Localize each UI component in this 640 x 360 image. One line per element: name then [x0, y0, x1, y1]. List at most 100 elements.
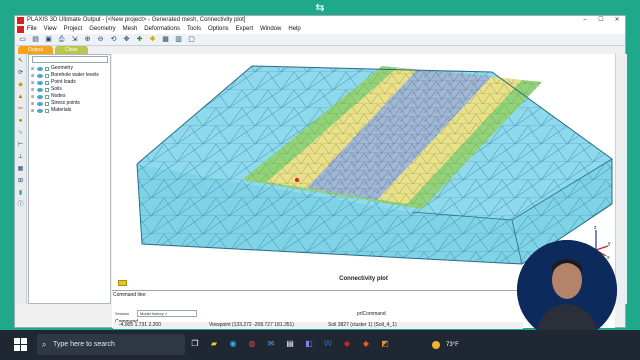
tree-item-soils[interactable]: ⊞ Soils [31, 86, 99, 93]
menu-expert[interactable]: Expert [236, 25, 253, 34]
checkbox-icon[interactable] [45, 73, 49, 78]
curve-icon[interactable]: ∿ [16, 129, 25, 137]
tree-item-nodes[interactable]: ⊞ Nodes [31, 93, 99, 100]
checkbox-icon[interactable] [45, 66, 49, 71]
menu-options[interactable]: Options [208, 25, 229, 34]
measure-icon[interactable]: ⊢ [16, 141, 25, 149]
menu-geometry[interactable]: Geometry [89, 25, 115, 34]
menu-project[interactable]: Project [64, 25, 83, 34]
tab-output[interactable]: Output [18, 46, 54, 54]
taskbar-apps: ❐ ▰ ◉ ◍ ✉ ▤ ◧ W ◆ ◆ ◩ [188, 336, 392, 352]
window-icon[interactable]: ▢ [187, 35, 196, 44]
word-icon[interactable]: W [321, 336, 335, 352]
tab-close[interactable]: Close [55, 46, 88, 54]
pan-icon[interactable]: ✥ [122, 35, 131, 44]
plaxis-input-icon[interactable]: ◆ [340, 336, 354, 352]
visibility-icon[interactable] [37, 101, 43, 106]
menu-window[interactable]: Window [260, 25, 281, 34]
visibility-icon[interactable] [37, 66, 43, 71]
checkbox-icon[interactable] [45, 80, 49, 85]
visibility-icon[interactable] [37, 94, 43, 99]
minimize-button[interactable]: – [577, 16, 593, 25]
chart-icon[interactable]: ▥ [174, 35, 183, 44]
info-icon[interactable]: ⓘ [16, 201, 25, 209]
maximize-button[interactable]: ☐ [593, 16, 609, 25]
zoom-in-icon[interactable]: ⊕ [83, 35, 92, 44]
checkbox-icon[interactable] [45, 87, 49, 92]
table-icon[interactable]: ▦ [161, 35, 170, 44]
menu-file[interactable]: File [27, 25, 37, 34]
select-icon[interactable]: ↖ [16, 57, 25, 65]
store-icon[interactable]: ▤ [283, 336, 297, 352]
tree-item-borehole-water-levels[interactable]: ⊞ Borehole water levels [31, 72, 99, 79]
menu-mesh[interactable]: Mesh [123, 25, 138, 34]
tree-item-materials[interactable]: ⊞ Materials [31, 107, 99, 114]
explorer-search-input[interactable] [32, 56, 108, 63]
model-explorer: ⊞ Geometry ⊞ Borehole water levels ⊞ Point … [28, 54, 111, 304]
menu-deformations[interactable]: Deformations [144, 25, 180, 34]
node-icon[interactable]: ● [16, 117, 25, 125]
menu-tools[interactable]: Tools [187, 25, 201, 34]
file-explorer-icon[interactable]: ▰ [207, 336, 221, 352]
edge-icon[interactable]: ◉ [226, 336, 240, 352]
visibility-icon[interactable] [37, 87, 43, 92]
open-icon[interactable]: ▤ [31, 35, 40, 44]
status-soil: Soil 3827 (cluster 1) (Soil_4_1) [328, 322, 397, 328]
hint-icon[interactable]: ◆ [16, 81, 25, 89]
app-menu-icon[interactable] [17, 26, 24, 33]
cross-section-icon[interactable]: ✂ [16, 105, 25, 113]
new-icon[interactable]: ▭ [18, 35, 27, 44]
axis-x-label: x [607, 255, 610, 260]
print-icon[interactable]: ⎙ [57, 35, 66, 44]
weather-temp[interactable]: 73°F [446, 342, 459, 348]
output-tabs: Output Close [15, 46, 88, 54]
tree-item-geometry[interactable]: ⊞ Geometry [31, 65, 99, 72]
axis-y-label: y [608, 241, 611, 247]
presenter-webcam [517, 240, 617, 340]
save-icon[interactable]: ▣ [44, 35, 53, 44]
windows-start-icon[interactable] [14, 338, 27, 351]
reset-view-icon[interactable]: ⟲ [109, 35, 118, 44]
mail-icon[interactable]: ✉ [264, 336, 278, 352]
status-viewpoint: Viewpoint (133.272 -208.727 181.351) [209, 322, 294, 328]
command-line-label: Command line: [113, 292, 147, 298]
grid-icon[interactable]: ▦ [16, 165, 25, 173]
zoom-out-icon[interactable]: ⊖ [96, 35, 105, 44]
window-title: PLAXIS 3D Ultimate Output - [<New projec… [27, 17, 246, 23]
label-icon[interactable]: ▲ [16, 93, 25, 101]
selected-point-marker[interactable] [295, 178, 299, 182]
move-icon[interactable]: ✚ [135, 35, 144, 44]
export-icon[interactable]: ⇲ [70, 35, 79, 44]
session-select[interactable]: Model history > [137, 310, 197, 317]
search-icon: ⌕ [42, 340, 47, 349]
checkbox-icon[interactable] [45, 101, 49, 106]
checkbox-icon[interactable] [45, 108, 49, 113]
checkbox-icon[interactable] [45, 94, 49, 99]
menu-help[interactable]: Help [288, 25, 300, 34]
rotate-icon[interactable]: ⟳ [16, 69, 25, 77]
task-view-icon[interactable]: ❐ [188, 336, 202, 352]
visibility-icon[interactable] [37, 73, 43, 78]
plaxis-logo-icon [17, 17, 24, 24]
desktop: ⇆ PLAXIS 3D Ultimate Output - [<New proj… [0, 0, 640, 360]
plaxis-output-icon[interactable]: ◆ [359, 336, 373, 352]
close-button[interactable]: ✕ [609, 16, 625, 25]
right-panel [615, 54, 627, 304]
tree-item-stress-points[interactable]: ⊞ Stress points [31, 100, 99, 107]
axis-icon[interactable]: ⊞ [16, 177, 25, 185]
menu-view[interactable]: View [44, 25, 57, 34]
chrome-icon[interactable]: ◍ [245, 336, 259, 352]
remote-session-icon[interactable]: ⇆ [312, 2, 328, 14]
teams-icon[interactable]: ◧ [302, 336, 316, 352]
visibility-icon[interactable] [37, 108, 43, 113]
system-tray: 73°F [432, 330, 459, 360]
settings-icon[interactable]: ✱ [148, 35, 157, 44]
color-icon[interactable]: ▮ [16, 189, 25, 197]
visibility-icon[interactable] [37, 80, 43, 85]
app-icon[interactable]: ◩ [378, 336, 392, 352]
weather-icon[interactable] [432, 341, 440, 349]
taskbar-search-input[interactable]: ⌕ Type here to search [37, 334, 185, 355]
ruler-icon[interactable]: ⊥ [16, 153, 25, 161]
windows-taskbar: ⌕ Type here to search ❐ ▰ ◉ ◍ ✉ ▤ ◧ W ◆ … [0, 330, 640, 360]
tree-item-point-loads[interactable]: ⊞ Point loads [31, 79, 99, 86]
